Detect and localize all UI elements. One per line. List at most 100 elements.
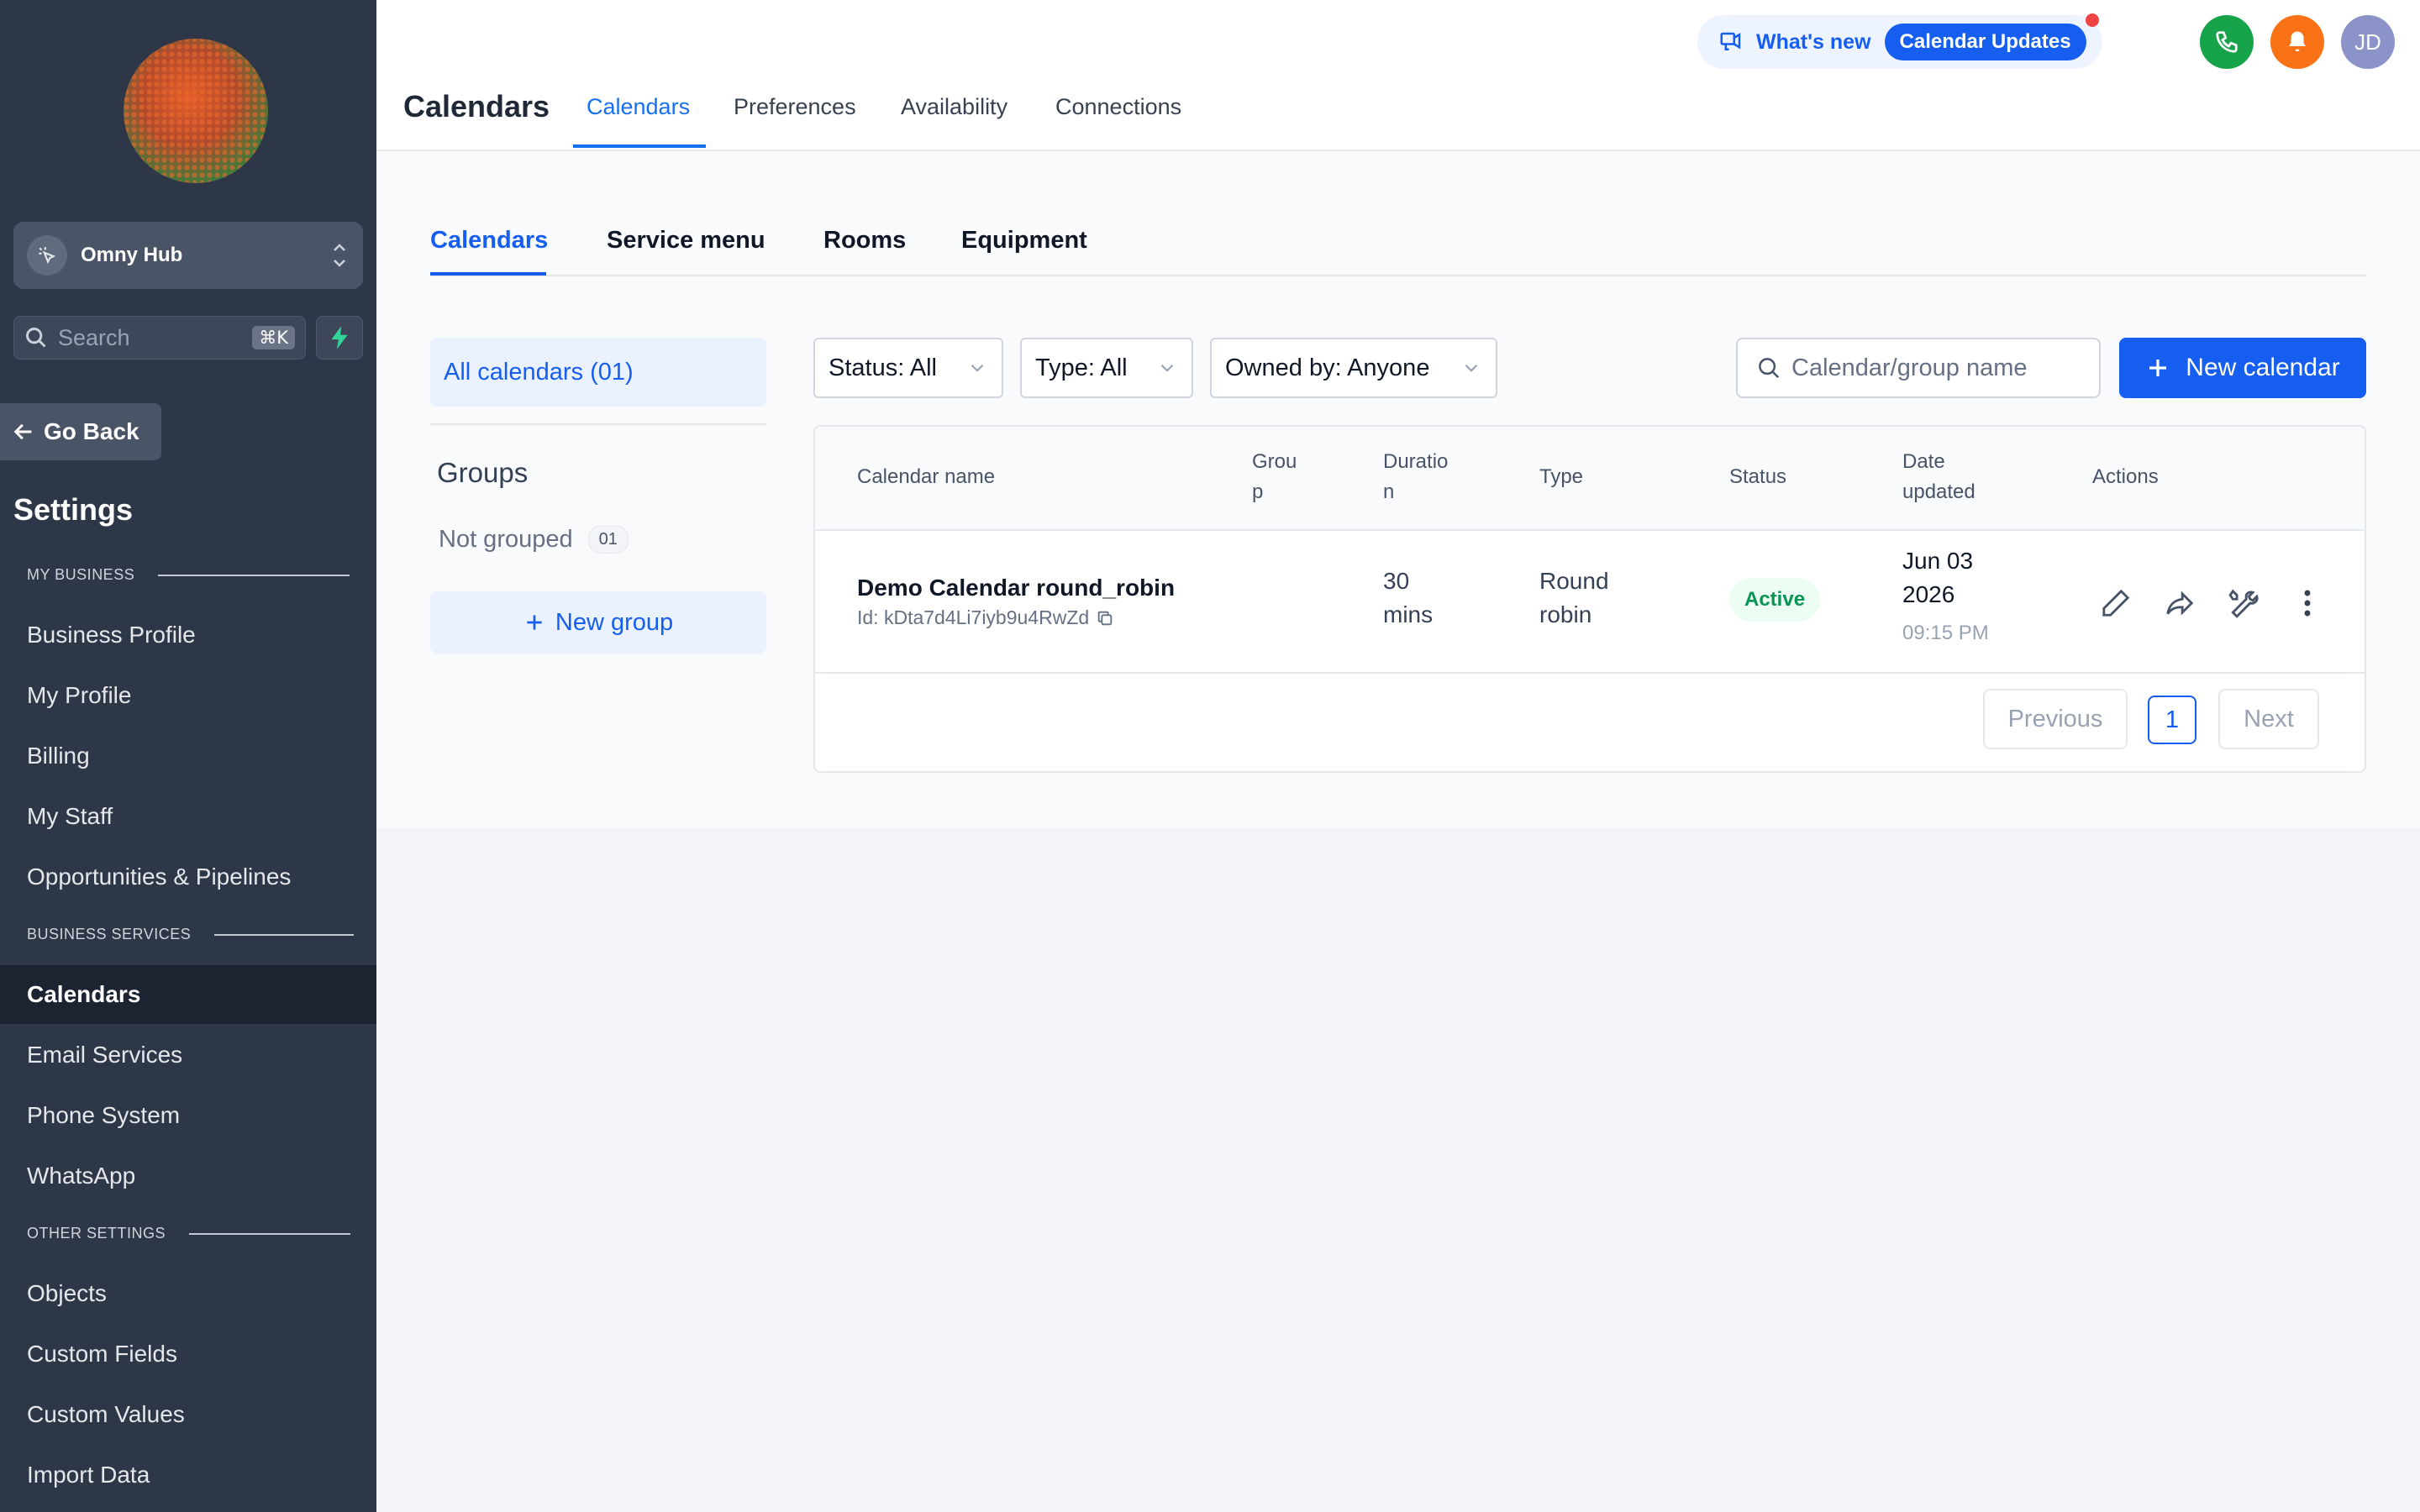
bell-icon — [2289, 31, 2306, 52]
count-badge: 01 — [587, 526, 629, 554]
sidebar-item-business-profile[interactable]: Business Profile — [0, 606, 376, 664]
plus-icon — [2149, 360, 2167, 376]
groups-heading: Groups — [437, 457, 529, 488]
search-icon — [26, 328, 46, 348]
phone-icon — [2216, 31, 2238, 53]
chevron-down-icon — [1160, 364, 1174, 372]
type-filter-label: Type: All — [1035, 354, 1128, 381]
calendar-id-text: Id: kDta7d4Li7iyb9u4RwZd — [857, 606, 1090, 628]
cursor-click-icon — [27, 235, 67, 276]
calendar-id: Id: kDta7d4Li7iyb9u4RwZd — [857, 606, 1114, 629]
edit-button[interactable] — [2096, 583, 2136, 623]
calendar-name-link[interactable]: Demo Calendar round_robin — [857, 571, 1175, 605]
subtab-rooms[interactable]: Rooms — [823, 227, 906, 255]
go-back-label: Go Back — [44, 418, 139, 444]
whats-new-label: What's new — [1756, 29, 1871, 54]
go-back-button[interactable]: Go Back — [0, 403, 161, 460]
share-icon — [2166, 591, 2194, 616]
header-group: Grou p — [1252, 450, 1297, 503]
tab-connections[interactable]: Connections — [1055, 94, 1181, 120]
section-other-settings: OTHER SETTINGS — [27, 1225, 351, 1242]
all-calendars-item[interactable]: All calendars (01) — [430, 338, 766, 407]
tab-preferences[interactable]: Preferences — [734, 94, 856, 120]
previous-page-button[interactable]: Previous — [1983, 689, 2128, 749]
active-tab-indicator — [573, 144, 706, 148]
sidebar-item-my-staff[interactable]: My Staff — [0, 787, 376, 846]
tools-button[interactable] — [2223, 583, 2264, 623]
notification-dot — [2086, 13, 2099, 27]
empty-area — [376, 828, 2420, 1512]
share-button[interactable] — [2160, 583, 2200, 623]
tab-calendars[interactable]: Calendars — [587, 94, 690, 120]
avatar[interactable]: JD — [2341, 15, 2395, 69]
calendar-updates-pill[interactable]: Calendar Updates — [1884, 24, 2086, 60]
status-badge: Active — [1729, 578, 1821, 622]
sidebar-item-import-data[interactable]: Import Data — [0, 1446, 376, 1504]
tools-icon — [2228, 589, 2259, 618]
sidebar-item-whatsapp[interactable]: WhatsApp — [0, 1147, 376, 1205]
sidebar-search[interactable]: Search ⌘K — [13, 316, 306, 360]
new-calendar-button[interactable]: New calendar — [2119, 338, 2366, 398]
subtab-equipment[interactable]: Equipment — [961, 227, 1087, 255]
subtab-divider — [430, 275, 2366, 276]
quick-actions-button[interactable] — [316, 316, 363, 360]
section-my-business: MY BUSINESS — [27, 566, 350, 584]
more-options-button[interactable] — [2287, 583, 2328, 623]
search-icon — [1759, 358, 1780, 379]
type-cell: Round robin — [1539, 568, 1609, 627]
section-business-services: BUSINESS SERVICES — [27, 926, 355, 943]
owner-filter[interactable]: Owned by: Anyone — [1210, 338, 1497, 398]
subtab-service-menu[interactable]: Service menu — [607, 227, 765, 255]
chevron-down-icon — [971, 364, 984, 372]
section-label-text: BUSINESS SERVICES — [27, 926, 192, 942]
divider — [430, 423, 766, 425]
avatar-initials: JD — [2354, 29, 2381, 55]
megaphone-icon — [1720, 32, 1741, 50]
sidebar-item-email-services[interactable]: Email Services — [0, 1026, 376, 1084]
date-cell: Jun 03 2026 — [1902, 548, 1974, 607]
new-group-label: New group — [555, 608, 674, 636]
sidebar-item-calendars[interactable]: Calendars — [0, 965, 376, 1024]
whats-new-banner[interactable]: What's new Calendar Updates — [1697, 15, 2102, 69]
calendars-table: Calendar name Grou p Duratio n Type Status… — [813, 425, 2366, 773]
new-calendar-label: New calendar — [2186, 354, 2340, 381]
copy-icon[interactable] — [1096, 609, 1114, 627]
sidebar-item-billing[interactable]: Billing — [0, 727, 376, 785]
settings-title: Settings — [13, 492, 134, 527]
phone-button[interactable] — [2200, 15, 2254, 69]
brand-logo — [124, 39, 268, 183]
section-label-text: OTHER SETTINGS — [27, 1225, 166, 1242]
search-placeholder: Search — [58, 324, 130, 350]
shortcut-badge: ⌘K — [252, 326, 295, 349]
chevron-down-icon — [1465, 364, 1478, 372]
header-status: Status — [1729, 465, 1787, 488]
sidebar-item-custom-values[interactable]: Custom Values — [0, 1385, 376, 1444]
lightning-icon — [331, 326, 348, 349]
notifications-button[interactable] — [2270, 15, 2324, 69]
header-date-updated: Date updated — [1902, 450, 1975, 503]
subtab-calendars[interactable]: Calendars — [430, 227, 548, 255]
status-filter[interactable]: Status: All — [813, 338, 1003, 398]
sidebar-item-custom-fields[interactable]: Custom Fields — [0, 1325, 376, 1383]
calendar-search-input[interactable]: Calendar/group name — [1736, 338, 2101, 398]
page-1-button[interactable]: 1 — [2148, 696, 2196, 744]
sidebar-item-phone-system[interactable]: Phone System — [0, 1086, 376, 1145]
calendar-search-placeholder: Calendar/group name — [1791, 354, 2028, 381]
sidebar-item-opportunities[interactable]: Opportunities & Pipelines — [0, 848, 376, 906]
sidebar-item-my-profile[interactable]: My Profile — [0, 666, 376, 725]
header-type: Type — [1539, 465, 1584, 488]
not-grouped-item[interactable]: Not grouped 01 — [439, 526, 629, 554]
owner-filter-label: Owned by: Anyone — [1225, 354, 1430, 381]
chevron-updown-icon — [334, 244, 345, 267]
tab-availability[interactable]: Availability — [901, 94, 1007, 120]
top-bar: Calendars Calendars Preferences Availabi… — [376, 0, 2420, 151]
workspace-name: Omny Hub — [81, 244, 183, 266]
sidebar-item-objects[interactable]: Objects — [0, 1264, 376, 1323]
type-filter[interactable]: Type: All — [1020, 338, 1193, 398]
new-group-button[interactable]: New group — [430, 591, 766, 654]
workspace-switcher[interactable]: Omny Hub — [13, 222, 363, 289]
next-page-button[interactable]: Next — [2218, 689, 2319, 749]
row-divider — [815, 672, 2365, 674]
sidebar: Omny Hub Search ⌘K Go Back Settings MY B… — [0, 0, 376, 1512]
section-label-text: MY BUSINESS — [27, 566, 135, 583]
